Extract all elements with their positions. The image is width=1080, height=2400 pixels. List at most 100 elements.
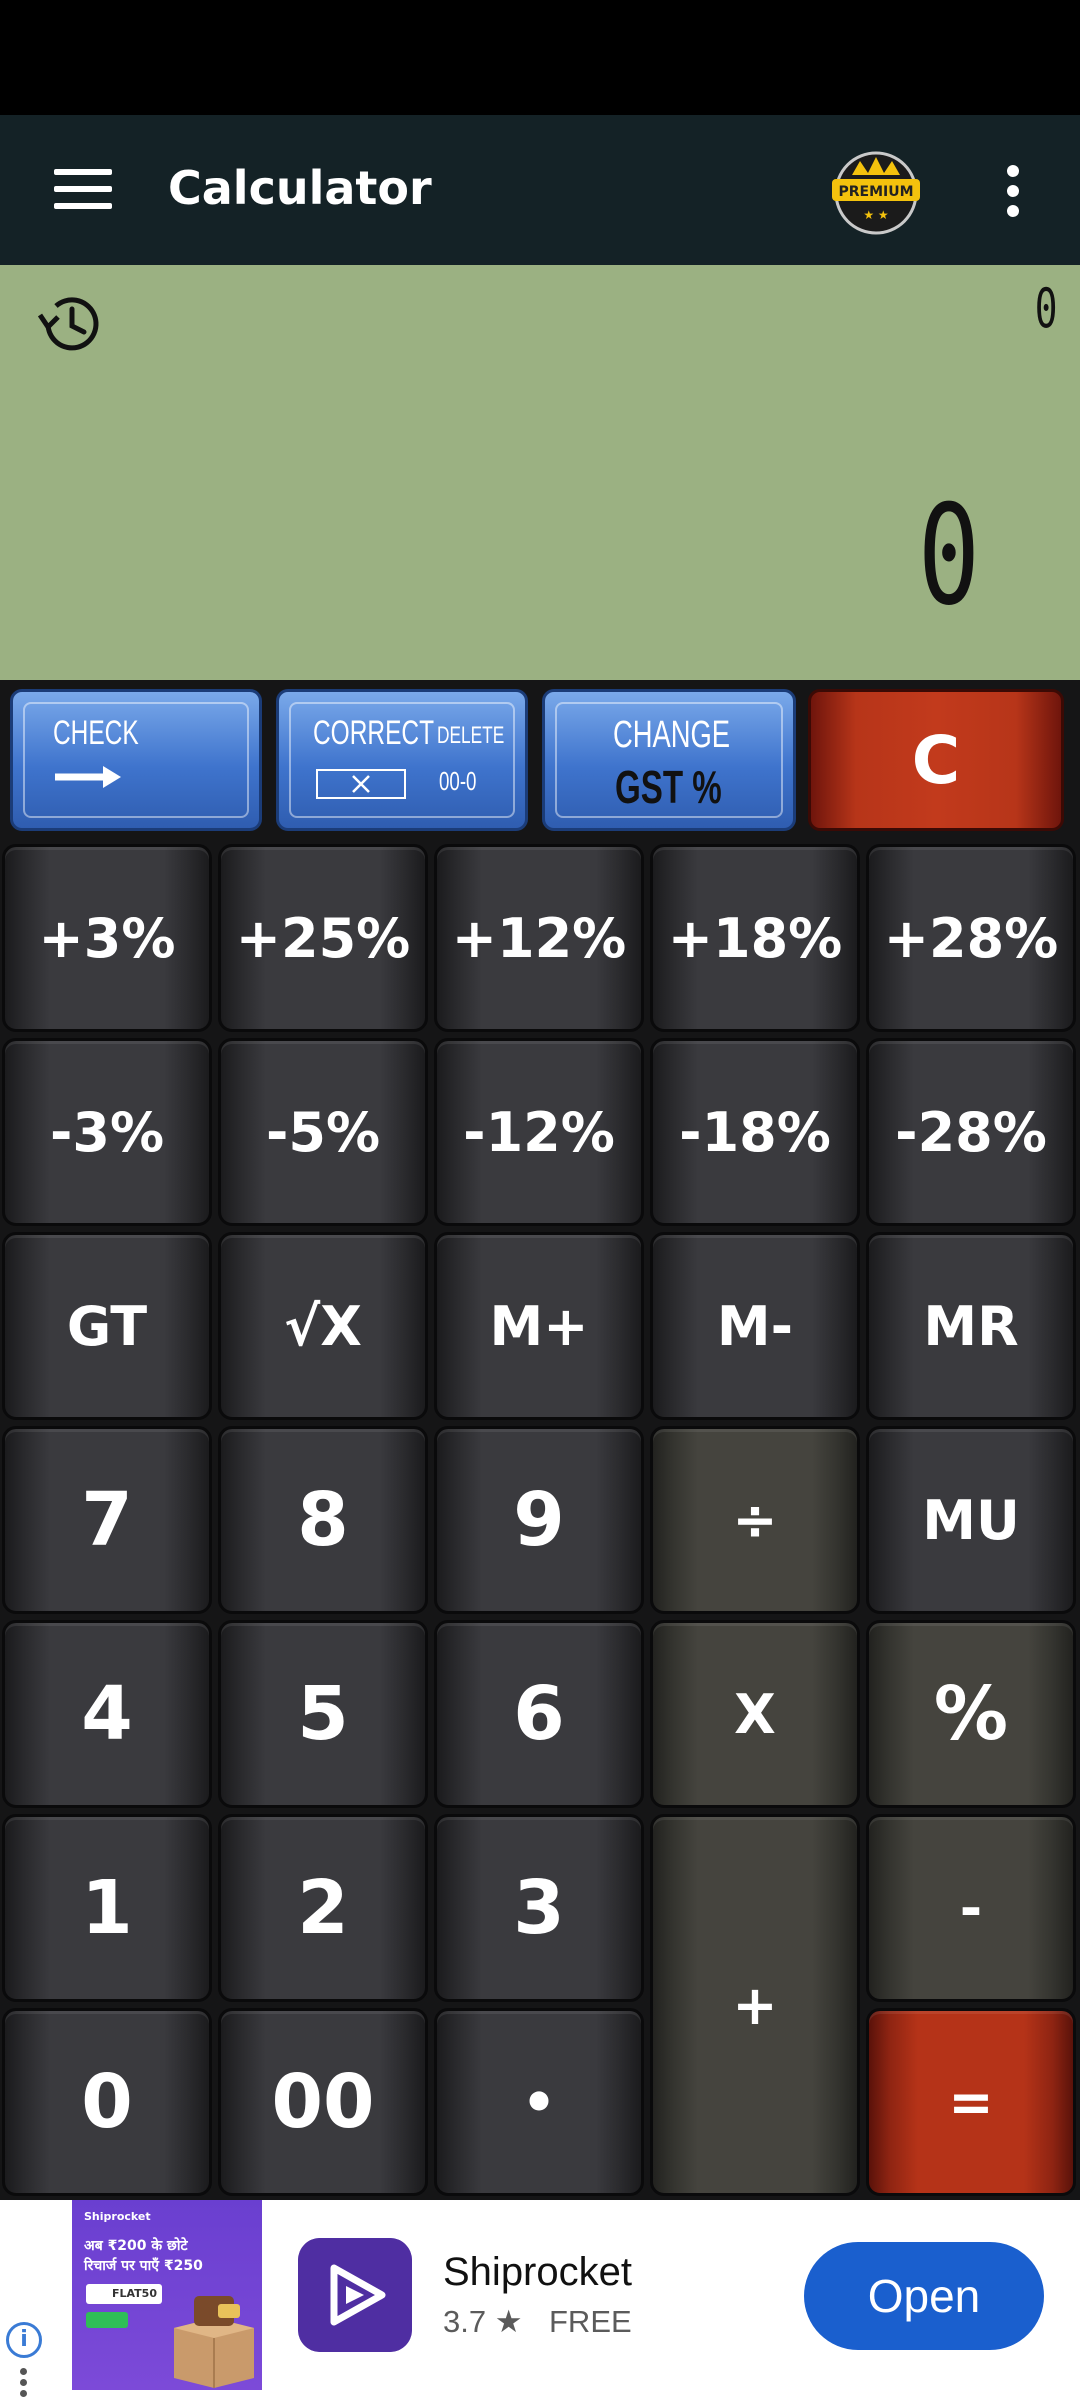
key-label: ÷ [732, 1488, 778, 1552]
ad-app-name[interactable]: Shiprocket [443, 2250, 632, 2295]
menu-icon[interactable] [54, 167, 112, 211]
key-label: 9 [513, 1477, 565, 1563]
main-readout: 0 [917, 475, 980, 636]
memory-plus-key[interactable]: M+ [434, 1232, 644, 1420]
digit-4-key[interactable]: 4 [2, 1620, 212, 1808]
sqrt-key[interactable]: √X [218, 1232, 428, 1420]
decimal-point-key[interactable]: • [434, 2008, 644, 2196]
correct-button[interactable]: CORRECT DELETE 00-0 [276, 689, 528, 831]
change-gst-button[interactable]: CHANGE GST % [542, 689, 796, 831]
correct-x-icon [316, 769, 406, 799]
minus-18-percent-key[interactable]: -18% [650, 1038, 860, 1226]
key-label: MU [922, 1488, 1020, 1552]
key-label: M+ [489, 1294, 589, 1358]
keypad: CHECK CORRECT DELETE 00-0 CHANGE GST % C… [0, 680, 1080, 2200]
ad-code-box: FLAT50 [86, 2284, 162, 2304]
app-title: Calculator [168, 161, 432, 215]
ad-info-icon[interactable]: i [6, 2322, 42, 2358]
key-label: % [933, 1671, 1009, 1757]
ad-box-illustration [174, 2296, 254, 2388]
key-label: -28% [895, 1100, 1047, 1164]
key-label: +3% [38, 906, 176, 970]
correct-label: CORRECT [313, 714, 435, 752]
key-label: +18% [667, 906, 843, 970]
digit-9-key[interactable]: 9 [434, 1426, 644, 1614]
key-label: MR [923, 1294, 1019, 1358]
memory-recall-key[interactable]: MR [866, 1232, 1076, 1420]
clear-label: C [911, 721, 961, 799]
digit-7-key[interactable]: 7 [2, 1426, 212, 1614]
key-label: 7 [81, 1477, 133, 1563]
key-label: 5 [297, 1671, 349, 1757]
plus-3-percent-key[interactable]: +3% [2, 844, 212, 1032]
ad-banner-line1: अब ₹200 के छोटे [84, 2238, 188, 2254]
delete-label: DELETE [437, 722, 505, 749]
minus-12-percent-key[interactable]: -12% [434, 1038, 644, 1226]
plus-key[interactable]: + [650, 1814, 860, 2196]
double-zero-key[interactable]: 00 [218, 2008, 428, 2196]
memory-minus-key[interactable]: M- [650, 1232, 860, 1420]
plus-18-percent-key[interactable]: +18% [650, 844, 860, 1032]
gst-label: GST % [615, 761, 722, 813]
digit-1-key[interactable]: 1 [2, 1814, 212, 2002]
change-label: CHANGE [613, 714, 731, 756]
key-label: 3 [513, 1865, 565, 1951]
ad-price: FREE [549, 2304, 632, 2339]
digit-0-key[interactable]: 0 [2, 2008, 212, 2196]
ad-menu-icon[interactable] [20, 2368, 28, 2398]
key-label: 6 [513, 1671, 565, 1757]
divide-key[interactable]: ÷ [650, 1426, 860, 1614]
clear-button[interactable]: C [808, 689, 1064, 831]
delete-hint: 00-0 [439, 766, 477, 796]
key-label: +28% [883, 906, 1059, 970]
digit-3-key[interactable]: 3 [434, 1814, 644, 2002]
key-label: 2 [297, 1865, 349, 1951]
key-label: -5% [265, 1100, 381, 1164]
key-label: -3% [49, 1100, 165, 1164]
calculator-display: 0 0 [0, 265, 1080, 680]
digit-6-key[interactable]: 6 [434, 1620, 644, 1808]
ad-banner-brand: Shiprocket [84, 2210, 151, 2223]
key-label: = [948, 2070, 994, 2134]
more-options-icon[interactable] [1000, 163, 1028, 219]
equals-key[interactable]: = [866, 2008, 1076, 2196]
key-label: + [732, 1973, 778, 2037]
key-label: +12% [451, 906, 627, 970]
premium-badge-icon[interactable]: PREMIUM ★ ★ [826, 145, 926, 235]
shiprocket-logo-icon[interactable] [298, 2238, 412, 2352]
digit-2-key[interactable]: 2 [218, 1814, 428, 2002]
key-label: 8 [297, 1477, 349, 1563]
minus-28-percent-key[interactable]: -28% [866, 1038, 1076, 1226]
check-button[interactable]: CHECK [10, 689, 262, 831]
gt-key[interactable]: GT [2, 1232, 212, 1420]
minus-5-percent-key[interactable]: -5% [218, 1038, 428, 1226]
key-label: -12% [463, 1100, 615, 1164]
ad-rating: 3.7 ★ [443, 2304, 523, 2339]
premium-label: PREMIUM [838, 184, 913, 200]
key-label: -18% [679, 1100, 831, 1164]
plus-25-percent-key[interactable]: +25% [218, 844, 428, 1032]
digit-5-key[interactable]: 5 [218, 1620, 428, 1808]
minus-key[interactable]: - [866, 1814, 1076, 2002]
key-label: +25% [235, 906, 411, 970]
ad-code: FLAT50 [112, 2287, 157, 2300]
key-label: X [734, 1682, 776, 1746]
minus-3-percent-key[interactable]: -3% [2, 1038, 212, 1226]
ad-creative-image[interactable]: Shiprocket अब ₹200 के छोटे रिचार्ज पर पा… [72, 2200, 262, 2390]
ad-open-button[interactable]: Open [804, 2242, 1044, 2350]
ad-banner-bar: i Shiprocket अब ₹200 के छोटे रिचार्ज पर … [0, 2200, 1080, 2400]
plus-12-percent-key[interactable]: +12% [434, 844, 644, 1032]
memory-readout: 0 [1035, 277, 1058, 340]
svg-text:★ ★: ★ ★ [863, 208, 888, 222]
key-label: GT [66, 1294, 148, 1358]
history-icon[interactable] [34, 287, 108, 361]
percent-key[interactable]: % [866, 1620, 1076, 1808]
digit-8-key[interactable]: 8 [218, 1426, 428, 1614]
arrow-right-icon [55, 766, 121, 788]
multiply-key[interactable]: X [650, 1620, 860, 1808]
key-label: • [521, 2070, 557, 2134]
ad-green-chip [86, 2312, 128, 2328]
plus-28-percent-key[interactable]: +28% [866, 844, 1076, 1032]
key-label: - [959, 1876, 983, 1940]
markup-key[interactable]: MU [866, 1426, 1076, 1614]
